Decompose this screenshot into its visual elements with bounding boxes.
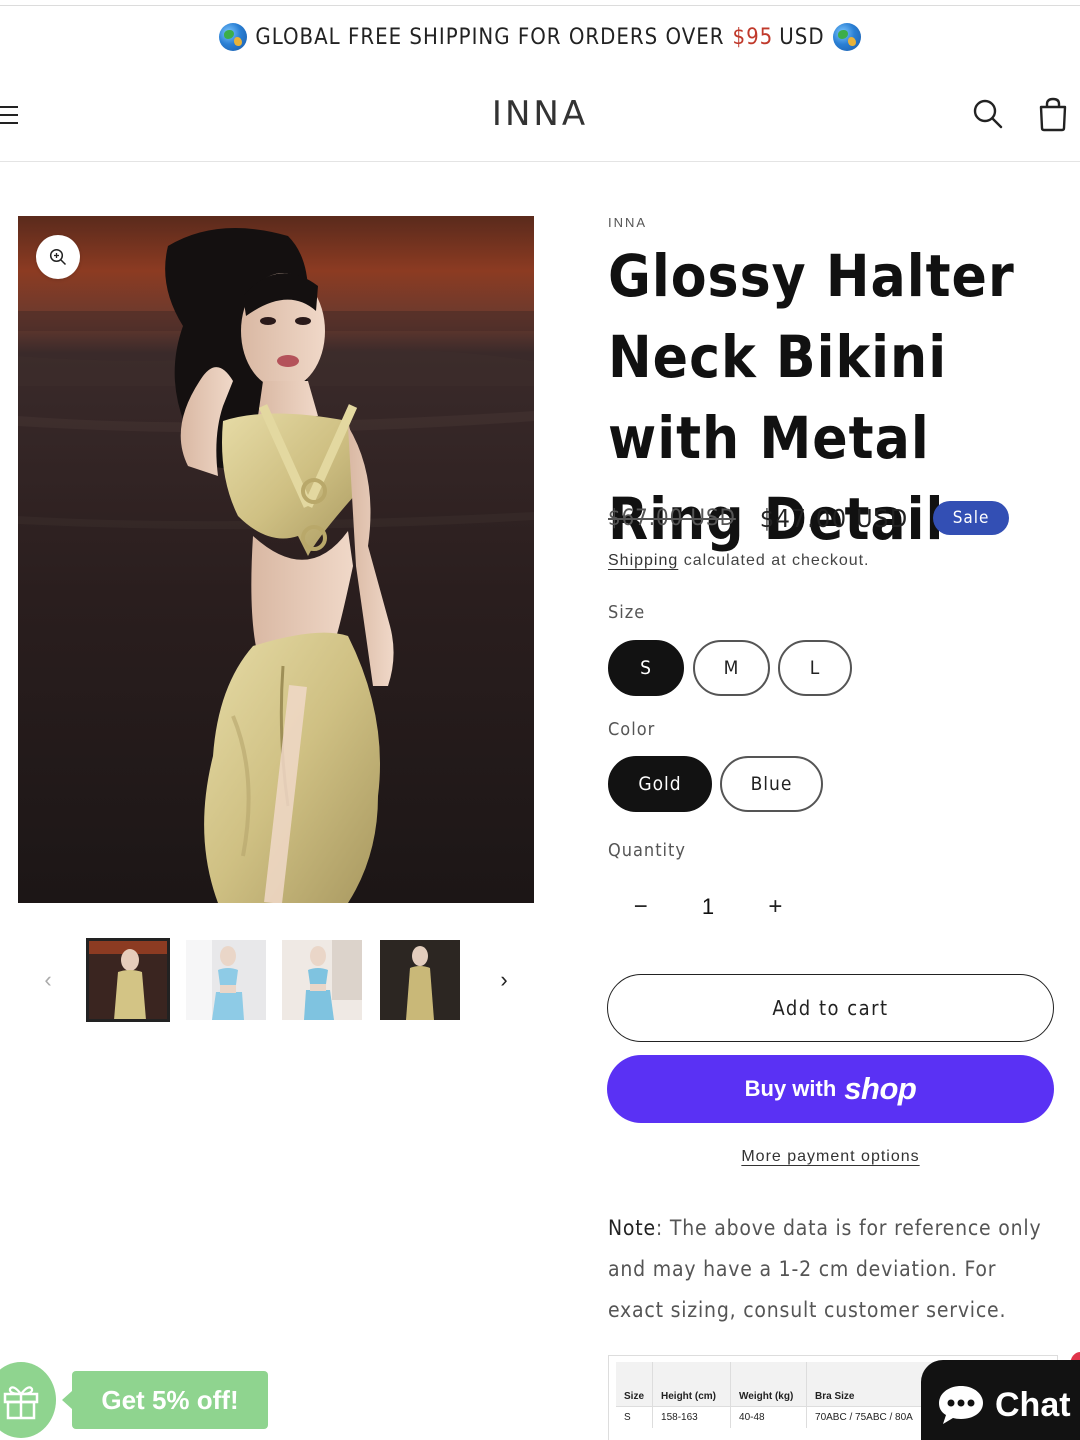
announcement-bar: GLOBAL FREE SHIPPING FOR ORDERS OVER $95…	[0, 16, 1080, 58]
quantity-decrease-button[interactable]: −	[608, 893, 673, 921]
globe-icon	[219, 23, 248, 51]
announcement-text: GLOBAL FREE SHIPPING FOR ORDERS OVER	[255, 24, 725, 50]
announcement-currency: USD	[779, 24, 825, 50]
size-col-header: Size	[616, 1362, 654, 1406]
globe-icon	[832, 23, 861, 51]
sale-badge: Sale	[932, 501, 1010, 535]
size-option-l[interactable]: L	[778, 640, 852, 696]
table-cell: S	[616, 1405, 654, 1428]
search-icon[interactable]	[972, 98, 1004, 130]
sizing-note: Note: The above data is for reference on…	[608, 1208, 1058, 1331]
site-logo[interactable]: INNA	[0, 94, 1080, 134]
quantity-increase-button[interactable]: +	[743, 893, 808, 921]
thumbnail-4[interactable]	[380, 940, 460, 1020]
quantity-label: Quantity	[608, 840, 686, 861]
height-col-header: Height (cm)	[652, 1362, 732, 1406]
cart-icon[interactable]	[1036, 96, 1070, 132]
shipping-note: Shipping calculated at checkout.	[608, 552, 870, 570]
sale-price: $47.00 USD	[759, 503, 909, 533]
buy-with-label: Buy with	[744, 1076, 837, 1101]
color-option-blue[interactable]: Blue	[720, 756, 823, 812]
size-option-s[interactable]: S	[608, 640, 684, 696]
rewards-launcher[interactable]	[0, 1362, 56, 1438]
site-header: INNA	[0, 72, 1080, 162]
size-option-m[interactable]: M	[693, 640, 770, 696]
chevron-right-icon[interactable]: ›	[492, 967, 516, 992]
more-payment-link[interactable]: More payment options	[741, 1148, 919, 1165]
product-vendor: INNA	[608, 215, 648, 230]
size-label: Size	[608, 602, 646, 623]
shipping-text: calculated at checkout.	[683, 552, 870, 569]
thumbnail-slider: ‹ ›	[30, 938, 520, 1028]
table-cell: 40-48	[730, 1405, 808, 1428]
product-main-image[interactable]	[18, 216, 534, 903]
gift-icon	[3, 1386, 39, 1420]
buy-with-shop-button[interactable]: Buy with shop	[607, 1055, 1054, 1123]
note-text: : The above data is for reference only a…	[608, 1216, 1042, 1322]
table-cell: 158-163	[652, 1405, 732, 1428]
original-price: $67.00 USD	[608, 505, 736, 531]
zoom-icon	[49, 248, 67, 266]
weight-col-header: Weight (kg)	[730, 1362, 808, 1406]
price-row: $67.00 USD $47.00 USD Sale	[608, 498, 1010, 538]
shop-pay-logo: shop	[844, 1071, 917, 1106]
chat-bubble-icon	[939, 1386, 983, 1424]
color-option-gold[interactable]: Gold	[608, 756, 712, 812]
thumbnail-3[interactable]	[282, 940, 362, 1020]
chevron-left-icon[interactable]: ‹	[36, 967, 60, 992]
note-label: Note	[608, 1216, 656, 1240]
zoom-button[interactable]	[36, 235, 80, 279]
quantity-stepper: − 1 +	[608, 874, 808, 940]
more-payment-options: More payment options	[607, 1148, 1054, 1166]
thumbnail-1[interactable]	[86, 938, 170, 1022]
chat-label: Chat	[995, 1385, 1071, 1424]
shipping-link[interactable]: Shipping	[608, 552, 678, 569]
add-to-cart-button[interactable]: Add to cart	[607, 974, 1054, 1042]
color-label: Color	[608, 719, 656, 740]
discount-offer[interactable]: Get 5% off!	[62, 1371, 268, 1429]
top-divider	[0, 0, 1080, 6]
announcement-price: $95	[732, 24, 774, 50]
thumbnail-2[interactable]	[186, 940, 266, 1020]
chat-button[interactable]: Chat	[921, 1360, 1080, 1440]
quantity-input[interactable]: 1	[673, 894, 742, 920]
